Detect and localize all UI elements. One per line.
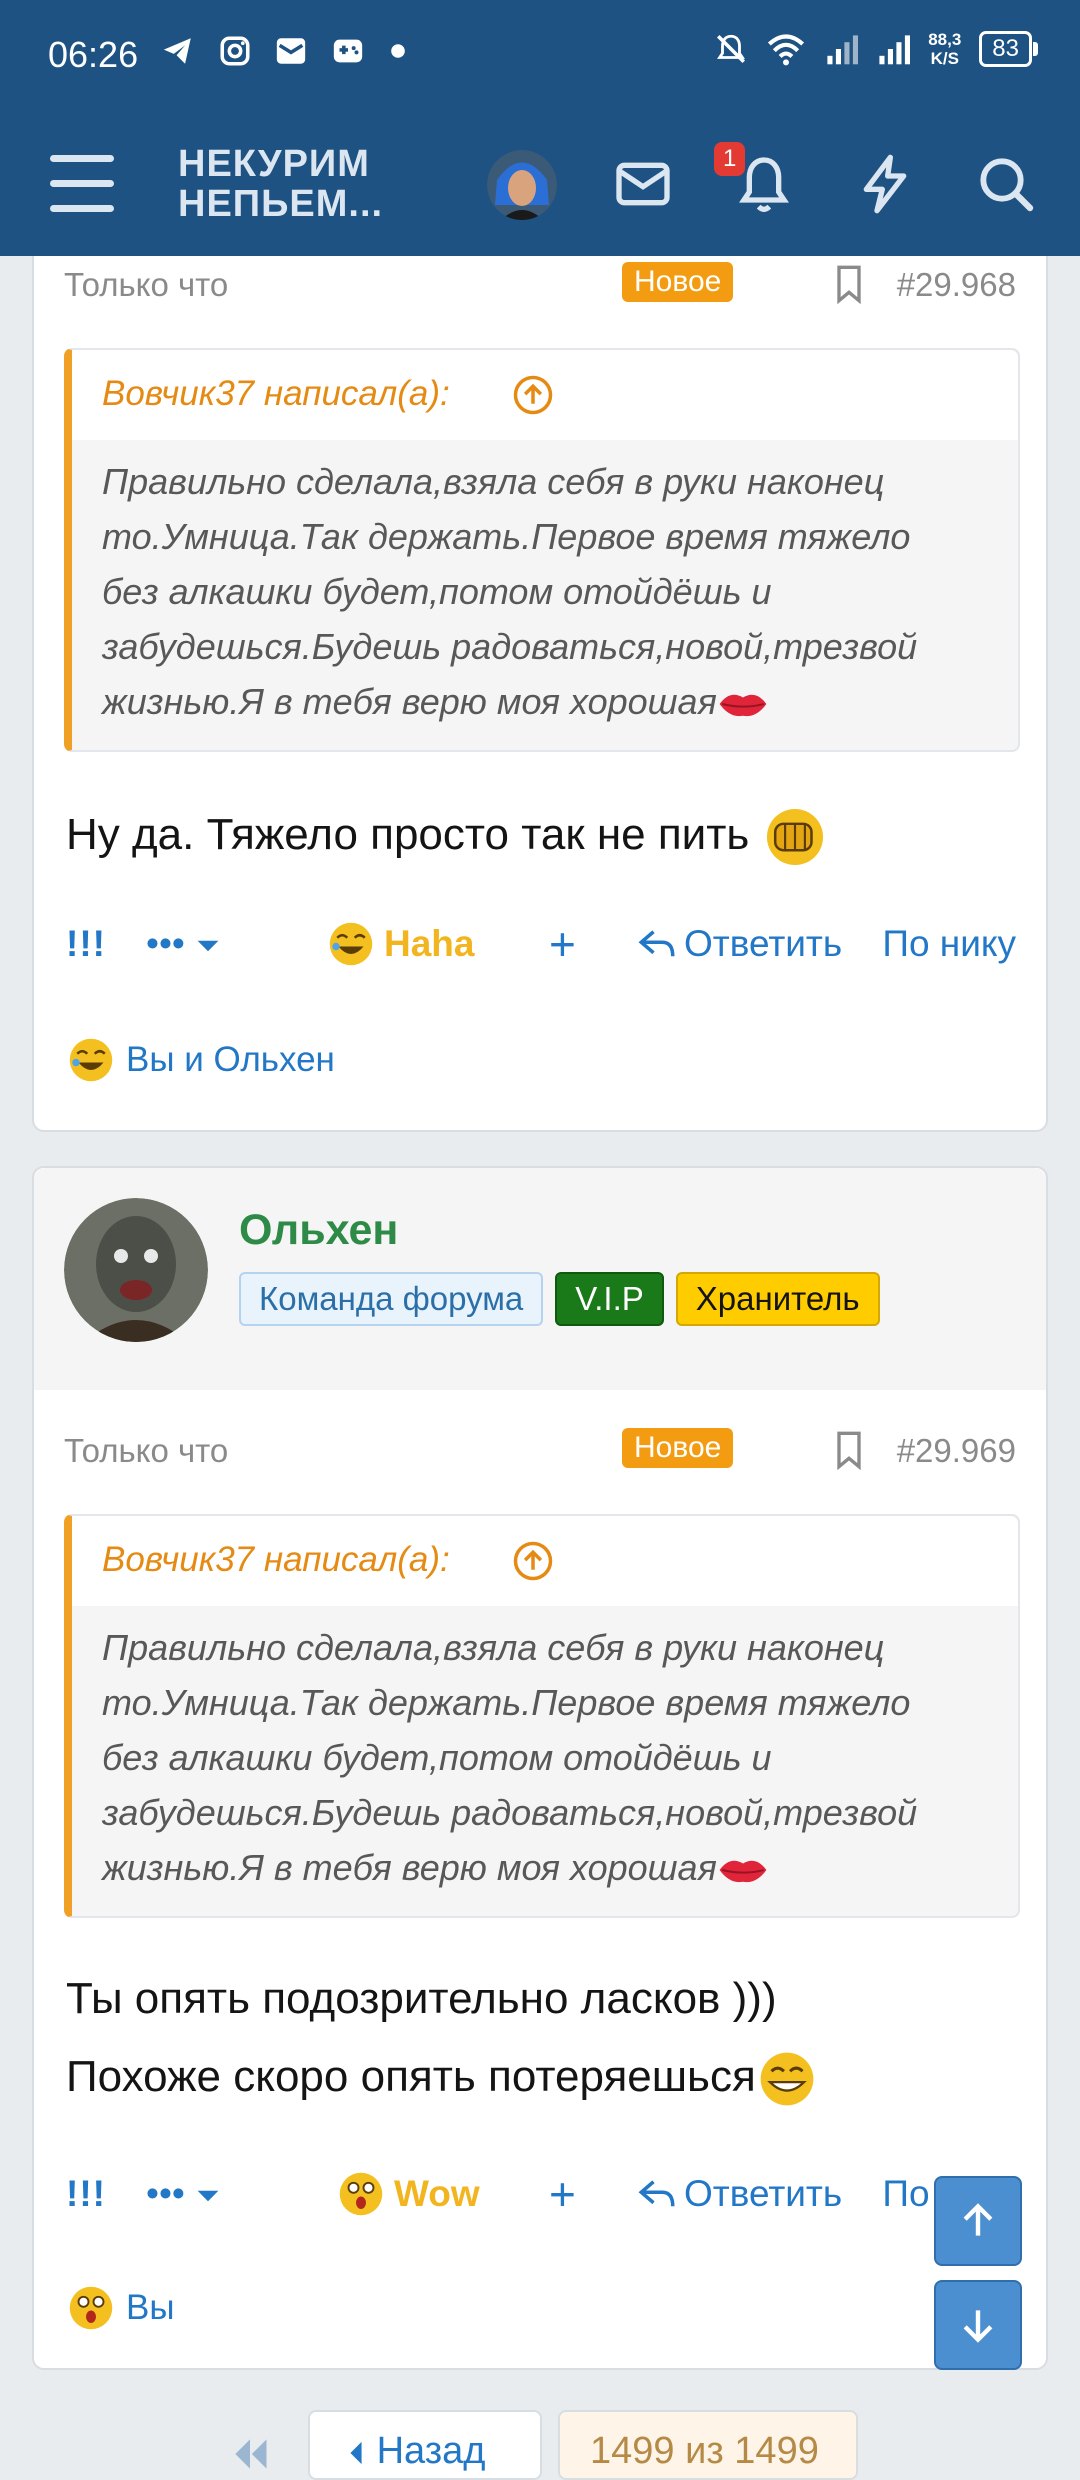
bell-off-icon bbox=[717, 34, 746, 64]
arrow-up-circle-icon[interactable] bbox=[512, 1540, 554, 1582]
instagram-icon bbox=[220, 36, 250, 66]
quote-author[interactable]: Вовчик37 написал(а): bbox=[102, 374, 450, 414]
search-icon[interactable] bbox=[974, 152, 1038, 216]
gamepad-icon bbox=[333, 39, 363, 63]
mail-icon[interactable] bbox=[611, 152, 675, 216]
avatar[interactable] bbox=[64, 1198, 208, 1342]
quote-block: Вовчик37 написал(а): Правильно сделала,в… bbox=[64, 1514, 1020, 1918]
add-reaction-button[interactable]: + bbox=[549, 914, 576, 974]
lightning-icon[interactable] bbox=[853, 152, 917, 216]
reactions-summary[interactable]: Вы и Ольхен bbox=[66, 1030, 335, 1090]
mark-button[interactable]: !!! bbox=[66, 914, 106, 974]
wow-emoji-icon bbox=[339, 2172, 383, 2216]
signal-icon bbox=[879, 35, 911, 65]
battery-indicator: 83 bbox=[979, 31, 1038, 67]
page-counter[interactable]: 1499 из 1499 bbox=[558, 2410, 858, 2480]
post-meta: Только что Новое #29.968 bbox=[64, 258, 1016, 310]
navbar: НЕКУРИМ НЕПЬЕМ... 1 bbox=[0, 120, 1080, 250]
arrow-up-icon bbox=[963, 2203, 993, 2236]
username[interactable]: Ольхен bbox=[239, 1206, 398, 1255]
site-logo[interactable]: НЕКУРИМ НЕПЬЕМ... bbox=[178, 144, 383, 224]
app-header: 06:26 88,3 K/S 83 НЕКУРИМ НЕПЬЕМ... 1 bbox=[0, 0, 1080, 256]
lips-emoji-icon bbox=[719, 1861, 767, 1883]
status-bar: 06:26 88,3 K/S 83 bbox=[0, 0, 1080, 110]
laughing-emoji-icon bbox=[329, 922, 373, 966]
quote-by-nick-button[interactable]: По нику bbox=[882, 914, 1016, 974]
new-badge: Новое bbox=[622, 1428, 734, 1468]
signal-icon bbox=[827, 35, 859, 65]
lips-emoji-icon bbox=[719, 695, 767, 717]
reactions-summary[interactable]: Вы bbox=[66, 2278, 175, 2338]
user-avatar[interactable] bbox=[487, 150, 557, 220]
add-reaction-button[interactable]: + bbox=[549, 2164, 576, 2224]
wifi-icon bbox=[768, 34, 805, 66]
network-speed: 88,3 K/S bbox=[928, 30, 962, 68]
post-time[interactable]: Только что bbox=[64, 266, 228, 304]
reaction-button[interactable]: Wow bbox=[336, 2164, 480, 2224]
new-badge: Новое bbox=[622, 262, 734, 302]
user-info: Ольхен Команда форума V.I.P Хранитель bbox=[34, 1168, 1046, 1390]
arrow-up-circle-icon[interactable] bbox=[512, 374, 554, 416]
bookmark-icon[interactable] bbox=[832, 264, 866, 304]
reply-icon bbox=[638, 2180, 675, 2207]
chevron-left-icon bbox=[350, 2441, 362, 2465]
wow-emoji-icon bbox=[69, 2286, 113, 2330]
post-actions: !!! ••• Haha + Ответить По нику bbox=[66, 914, 1016, 974]
more-button[interactable]: ••• bbox=[146, 914, 221, 974]
mail-icon bbox=[276, 38, 306, 64]
reaction-button[interactable]: Haha bbox=[326, 914, 474, 974]
reply-icon bbox=[638, 930, 675, 957]
scroll-down-button[interactable] bbox=[934, 2280, 1022, 2370]
scroll-up-button[interactable] bbox=[934, 2176, 1022, 2266]
grinning-emoji-icon bbox=[760, 2053, 814, 2106]
dot-icon bbox=[391, 44, 405, 58]
notification-badge: 1 bbox=[714, 142, 746, 176]
status-time: 06:26 bbox=[48, 34, 139, 75]
team-badge: Команда форума bbox=[239, 1272, 544, 1326]
fist-emoji-icon bbox=[766, 809, 823, 866]
more-button[interactable]: ••• bbox=[146, 2164, 221, 2224]
laughing-emoji-icon bbox=[69, 1038, 113, 1082]
telegram-icon bbox=[163, 38, 191, 64]
post-text: Ну да. Тяжело просто так не пить bbox=[66, 796, 1016, 874]
vip-badge: V.I.P bbox=[555, 1272, 664, 1326]
caret-down-icon bbox=[197, 2190, 219, 2202]
menu-icon[interactable] bbox=[50, 155, 114, 213]
pagination: Назад 1499 из 1499 bbox=[0, 2410, 1080, 2480]
quote-text: Правильно сделала,взяла себя в руки нако… bbox=[72, 440, 1018, 741]
post-number[interactable]: #29.969 bbox=[897, 1432, 1016, 1470]
reply-button[interactable]: Ответить bbox=[636, 2164, 842, 2224]
first-page-icon[interactable] bbox=[228, 2434, 272, 2474]
post-actions: !!! ••• Wow + Ответить По нику bbox=[66, 2164, 1016, 2224]
post-card: Только что Новое #29.968 Вовчик37 написа… bbox=[32, 150, 1048, 1132]
mark-button[interactable]: !!! bbox=[66, 2164, 106, 2224]
arrow-down-icon bbox=[963, 2310, 993, 2343]
post-time[interactable]: Только что bbox=[64, 1432, 228, 1470]
quote-text: Правильно сделала,взяла себя в руки нако… bbox=[72, 1606, 1018, 1907]
quote-block: Вовчик37 написал(а): Правильно сделала,в… bbox=[64, 348, 1020, 752]
reply-button[interactable]: Ответить bbox=[636, 914, 842, 974]
quote-author[interactable]: Вовчик37 написал(а): bbox=[102, 1540, 450, 1580]
post-text: Ты опять подозрительно ласков ))) Похоже… bbox=[66, 1960, 1016, 2116]
post-meta: Только что Новое #29.969 bbox=[64, 1424, 1016, 1476]
user-badges: Команда форума V.I.P Хранитель bbox=[239, 1272, 880, 1326]
bookmark-icon[interactable] bbox=[832, 1430, 866, 1470]
post-card: Ольхен Команда форума V.I.P Хранитель То… bbox=[32, 1166, 1048, 2370]
post-number[interactable]: #29.968 bbox=[897, 266, 1016, 304]
caret-down-icon bbox=[197, 940, 219, 952]
prev-page-button[interactable]: Назад bbox=[308, 2410, 542, 2480]
keeper-badge: Хранитель bbox=[675, 1272, 880, 1326]
